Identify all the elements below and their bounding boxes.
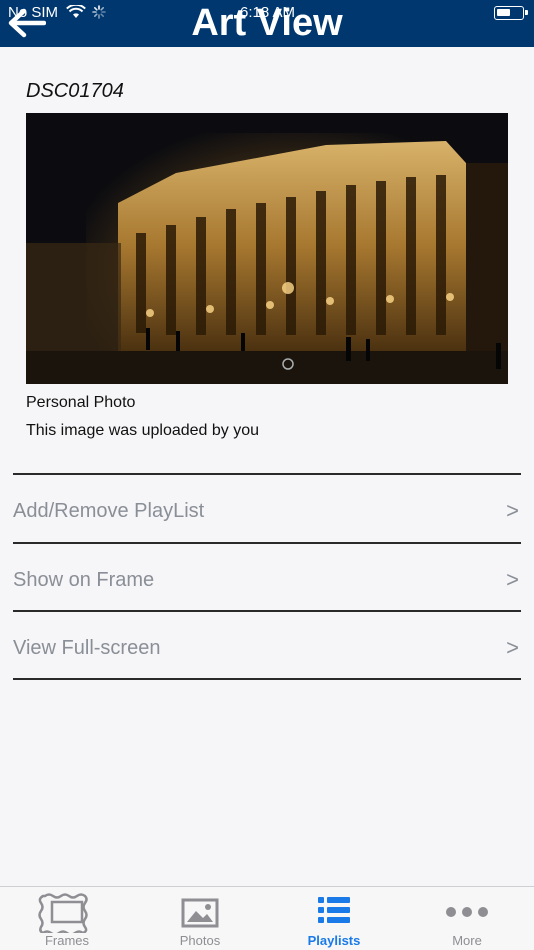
artwork-photo [26, 113, 508, 384]
back-arrow-icon [8, 8, 47, 38]
row-label: Add/Remove PlayList [13, 500, 205, 522]
row-label: View Full-screen [13, 637, 161, 659]
tab-label: Photos [179, 933, 221, 948]
add-remove-playlist-row[interactable]: Add/Remove PlayList > [13, 476, 521, 542]
status-time: 6:18 AM [240, 4, 296, 21]
tab-frames[interactable]: Frames [0, 887, 134, 950]
tab-label: More [452, 933, 482, 948]
upload-note: This image was uploaded by you [26, 422, 260, 439]
tab-playlists[interactable]: Playlists [267, 887, 401, 950]
divider [13, 542, 521, 544]
tab-bar: Frames Photos Playlists More [0, 886, 534, 950]
tab-label: Frames [44, 933, 90, 948]
app-header: No SIM 6:18 AM Art View [0, 0, 534, 47]
photo-type-label: Personal Photo [26, 394, 136, 411]
frame-icon [38, 893, 88, 933]
more-icon [446, 907, 488, 917]
view-full-screen-row[interactable]: View Full-screen > [13, 613, 521, 679]
divider [13, 678, 521, 680]
divider [13, 473, 521, 475]
divider [13, 610, 521, 612]
wifi-icon [66, 3, 86, 23]
chevron-right-icon: > [506, 498, 519, 523]
show-on-frame-row[interactable]: Show on Frame > [13, 545, 521, 611]
row-label: Show on Frame [13, 569, 155, 591]
photo-icon [181, 898, 219, 928]
chevron-right-icon: > [506, 635, 519, 660]
tab-label: Playlists [307, 933, 361, 948]
art-filename: DSC01704 [26, 80, 124, 102]
activity-spinner-icon [92, 5, 106, 23]
list-icon [318, 897, 350, 923]
back-button[interactable] [6, 6, 47, 40]
chevron-right-icon: > [506, 567, 519, 592]
tab-photos[interactable]: Photos [133, 887, 267, 950]
battery-icon [494, 6, 528, 20]
tab-more[interactable]: More [400, 887, 534, 950]
